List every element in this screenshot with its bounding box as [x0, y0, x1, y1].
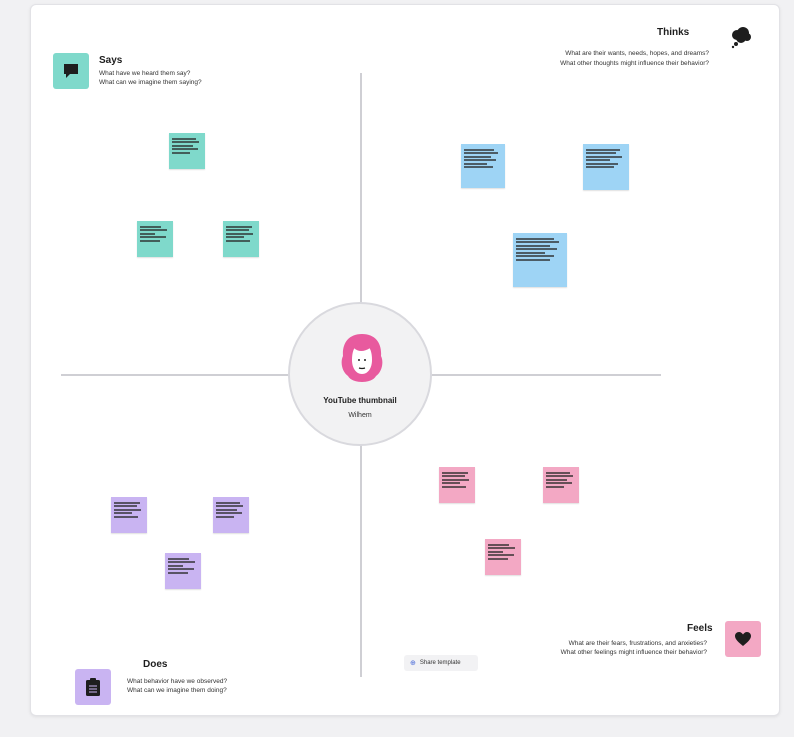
- says-icon-box: [53, 53, 89, 89]
- feels-desc-1: What are their fears, frustrations, and …: [568, 640, 707, 647]
- says-desc-2: What can we imagine them saying?: [99, 79, 202, 86]
- sticky-note[interactable]: [137, 221, 173, 257]
- persona-circle[interactable]: YouTube thumbnail Wilhem: [288, 302, 432, 446]
- sticky-note[interactable]: [439, 467, 475, 503]
- sticky-note[interactable]: [485, 539, 521, 575]
- does-icon-box: [75, 669, 111, 705]
- thinks-title: Thinks: [657, 27, 690, 38]
- does-desc-2: What can we imagine them doing?: [127, 687, 227, 694]
- sticky-note[interactable]: [111, 497, 147, 533]
- empathy-map-board: Says What have we heard them say? What c…: [30, 4, 780, 716]
- sticky-note[interactable]: [513, 233, 567, 287]
- sticky-note[interactable]: [583, 144, 629, 190]
- share-template-label: Share template: [419, 660, 461, 666]
- persona-name: YouTube thumbnail: [323, 396, 397, 405]
- says-desc-1: What have we heard them say?: [99, 70, 191, 77]
- sticky-note[interactable]: [223, 221, 259, 257]
- share-template-button[interactable]: ⊕ Share template: [404, 655, 478, 671]
- feels-desc-2: What other feelings might influence thei…: [560, 649, 707, 656]
- persona-subtitle: Wilhem: [348, 412, 372, 419]
- sticky-note[interactable]: [213, 497, 249, 533]
- says-title: Says: [99, 55, 123, 66]
- does-desc-1: What behavior have we observed?: [127, 678, 228, 685]
- thinks-desc-2: What other thoughts might influence thei…: [560, 60, 709, 67]
- heart-icon: [735, 632, 751, 646]
- sticky-note[interactable]: [165, 553, 201, 589]
- thought-cloud-icon: [731, 27, 751, 49]
- link-icon: ⊕: [410, 660, 416, 667]
- sticky-note[interactable]: [169, 133, 205, 169]
- does-title: Does: [143, 659, 168, 670]
- sticky-note[interactable]: [461, 144, 505, 188]
- feels-icon-box: [725, 621, 761, 657]
- persona-avatar-icon: [341, 334, 383, 382]
- sticky-note[interactable]: [543, 467, 579, 503]
- speech-bubble-icon: [64, 64, 78, 78]
- clipboard-icon: [86, 678, 100, 696]
- feels-title: Feels: [687, 623, 713, 634]
- thinks-desc-1: What are their wants, needs, hopes, and …: [565, 50, 709, 57]
